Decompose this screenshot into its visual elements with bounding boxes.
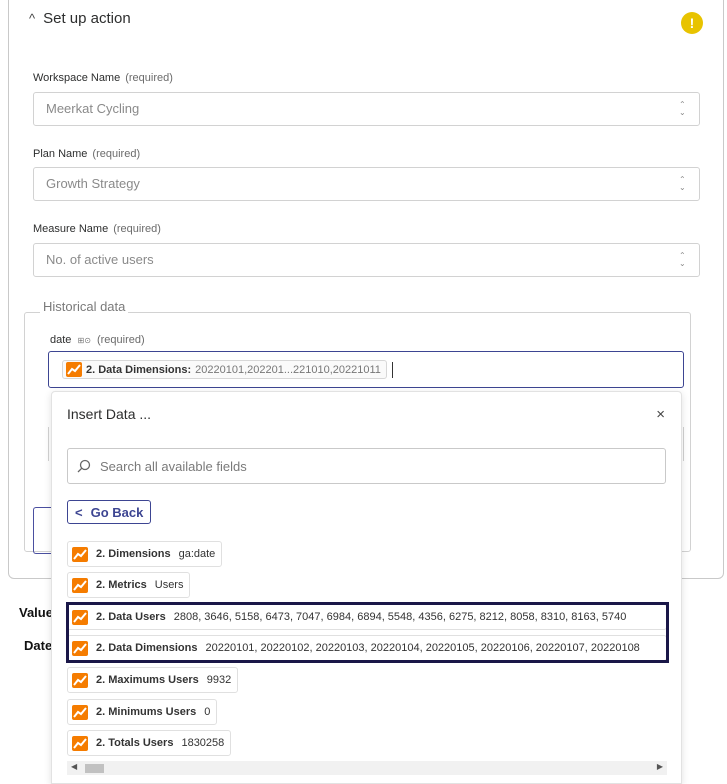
panel-title: Set up action bbox=[43, 10, 131, 27]
workspace-select[interactable]: Meerkat Cycling ⌃ ⌄ bbox=[33, 92, 700, 126]
hidden-button-edge bbox=[33, 507, 53, 554]
popup-title: Insert Data ... bbox=[67, 406, 152, 422]
field-hint-icon: ⊞⊙ bbox=[77, 336, 91, 345]
workspace-label-text: Workspace Name bbox=[33, 72, 121, 84]
date-input[interactable]: 2. Data Dimensions: 20220101,202201...22… bbox=[48, 351, 684, 388]
item-key: 2. Maximums Users bbox=[96, 674, 199, 686]
pill-key: 2. Data Dimensions: bbox=[86, 363, 192, 376]
item-key: 2. Minimums Users bbox=[96, 706, 197, 718]
item-key: 2. Totals Users bbox=[96, 737, 174, 749]
date-label: date ⊞⊙ (required) bbox=[50, 334, 145, 346]
item-value: Users bbox=[154, 579, 184, 591]
google-analytics-icon bbox=[66, 362, 82, 377]
item-value: 20220101, 20220102, 20220103, 20220104, … bbox=[205, 642, 640, 654]
required-tag: (required) bbox=[92, 148, 141, 160]
search-input[interactable] bbox=[100, 449, 660, 483]
google-analytics-icon bbox=[72, 704, 88, 720]
plan-value: Growth Strategy bbox=[46, 176, 140, 191]
workspace-label: Workspace Name (required) bbox=[33, 72, 173, 84]
go-back-button[interactable]: < Go Back bbox=[67, 500, 152, 524]
google-analytics-icon bbox=[72, 609, 88, 625]
item-key: 2. Metrics bbox=[96, 579, 147, 591]
date-annotation: Date bbox=[24, 638, 53, 653]
data-field-item[interactable]: 2. Metrics Users bbox=[67, 572, 191, 598]
data-field-item[interactable]: 2. Data Dimensions 20220101, 20220102, 2… bbox=[67, 635, 667, 661]
item-key: 2. Data Users bbox=[96, 611, 166, 623]
google-analytics-icon bbox=[72, 672, 88, 688]
item-value: ga:date bbox=[178, 548, 216, 560]
plan-label-text: Plan Name bbox=[33, 148, 88, 160]
item-value: 0 bbox=[204, 706, 211, 718]
search-icon bbox=[77, 459, 91, 473]
google-analytics-icon bbox=[72, 546, 88, 562]
horizontal-scrollbar[interactable]: ◀ ▶ bbox=[67, 761, 667, 775]
close-icon[interactable]: × bbox=[656, 406, 665, 423]
item-value: 1830258 bbox=[181, 737, 225, 749]
google-analytics-icon bbox=[72, 735, 88, 751]
measure-label: Measure Name (required) bbox=[33, 223, 161, 235]
data-field-item[interactable]: 2. Totals Users 1830258 bbox=[67, 730, 232, 756]
select-arrows-icon: ⌃ ⌄ bbox=[679, 100, 686, 117]
plan-label: Plan Name (required) bbox=[33, 148, 140, 160]
data-field-item[interactable]: 2. Dimensions ga:date bbox=[67, 541, 223, 567]
text-caret bbox=[392, 362, 393, 378]
item-key: 2. Dimensions bbox=[96, 548, 171, 560]
chevron-up-icon[interactable]: ^ bbox=[29, 11, 35, 26]
item-value: 2808, 3646, 5158, 6473, 7047, 6984, 6894… bbox=[173, 611, 627, 623]
search-field[interactable] bbox=[67, 448, 666, 484]
workspace-value: Meerkat Cycling bbox=[46, 101, 140, 116]
mapped-field-pill[interactable]: 2. Data Dimensions: 20220101,202201...22… bbox=[62, 360, 387, 379]
google-analytics-icon bbox=[72, 640, 88, 656]
required-tag: (required) bbox=[96, 334, 145, 346]
select-arrows-icon: ⌃ ⌄ bbox=[679, 251, 686, 268]
plan-select[interactable]: Growth Strategy ⌃ ⌄ bbox=[33, 167, 700, 201]
required-tag: (required) bbox=[125, 72, 173, 84]
measure-value: No. of active users bbox=[46, 252, 154, 267]
scroll-left-icon[interactable]: ◀ bbox=[71, 762, 77, 771]
warning-icon: ! bbox=[681, 12, 703, 34]
historical-data-legend: Historical data bbox=[40, 299, 129, 314]
pill-value: 20220101,202201...221010,20221011 bbox=[195, 363, 381, 376]
scroll-right-icon[interactable]: ▶ bbox=[657, 762, 663, 771]
google-analytics-icon bbox=[72, 577, 88, 593]
item-key: 2. Data Dimensions bbox=[96, 642, 198, 654]
data-field-item[interactable]: 2. Minimums Users 0 bbox=[67, 699, 218, 725]
go-back-label: Go Back bbox=[90, 504, 144, 520]
chevron-left-icon: < bbox=[75, 504, 83, 520]
measure-select[interactable]: No. of active users ⌃ ⌄ bbox=[33, 243, 700, 277]
data-field-item[interactable]: 2. Data Users 2808, 3646, 5158, 6473, 70… bbox=[67, 604, 667, 630]
scrollbar-thumb[interactable] bbox=[85, 764, 104, 773]
required-tag: (required) bbox=[113, 223, 161, 235]
data-field-item[interactable]: 2. Maximums Users 9932 bbox=[67, 667, 239, 693]
insert-data-popup: Insert Data ... × < Go Back 2. Dimension… bbox=[51, 391, 682, 784]
value-annotation: Value bbox=[19, 605, 53, 620]
select-arrows-icon: ⌃ ⌄ bbox=[679, 175, 686, 192]
item-value: 9932 bbox=[206, 674, 232, 686]
measure-label-text: Measure Name bbox=[33, 223, 109, 235]
date-label-text: date bbox=[50, 334, 72, 346]
panel-header[interactable]: ^ Set up action bbox=[29, 10, 131, 27]
